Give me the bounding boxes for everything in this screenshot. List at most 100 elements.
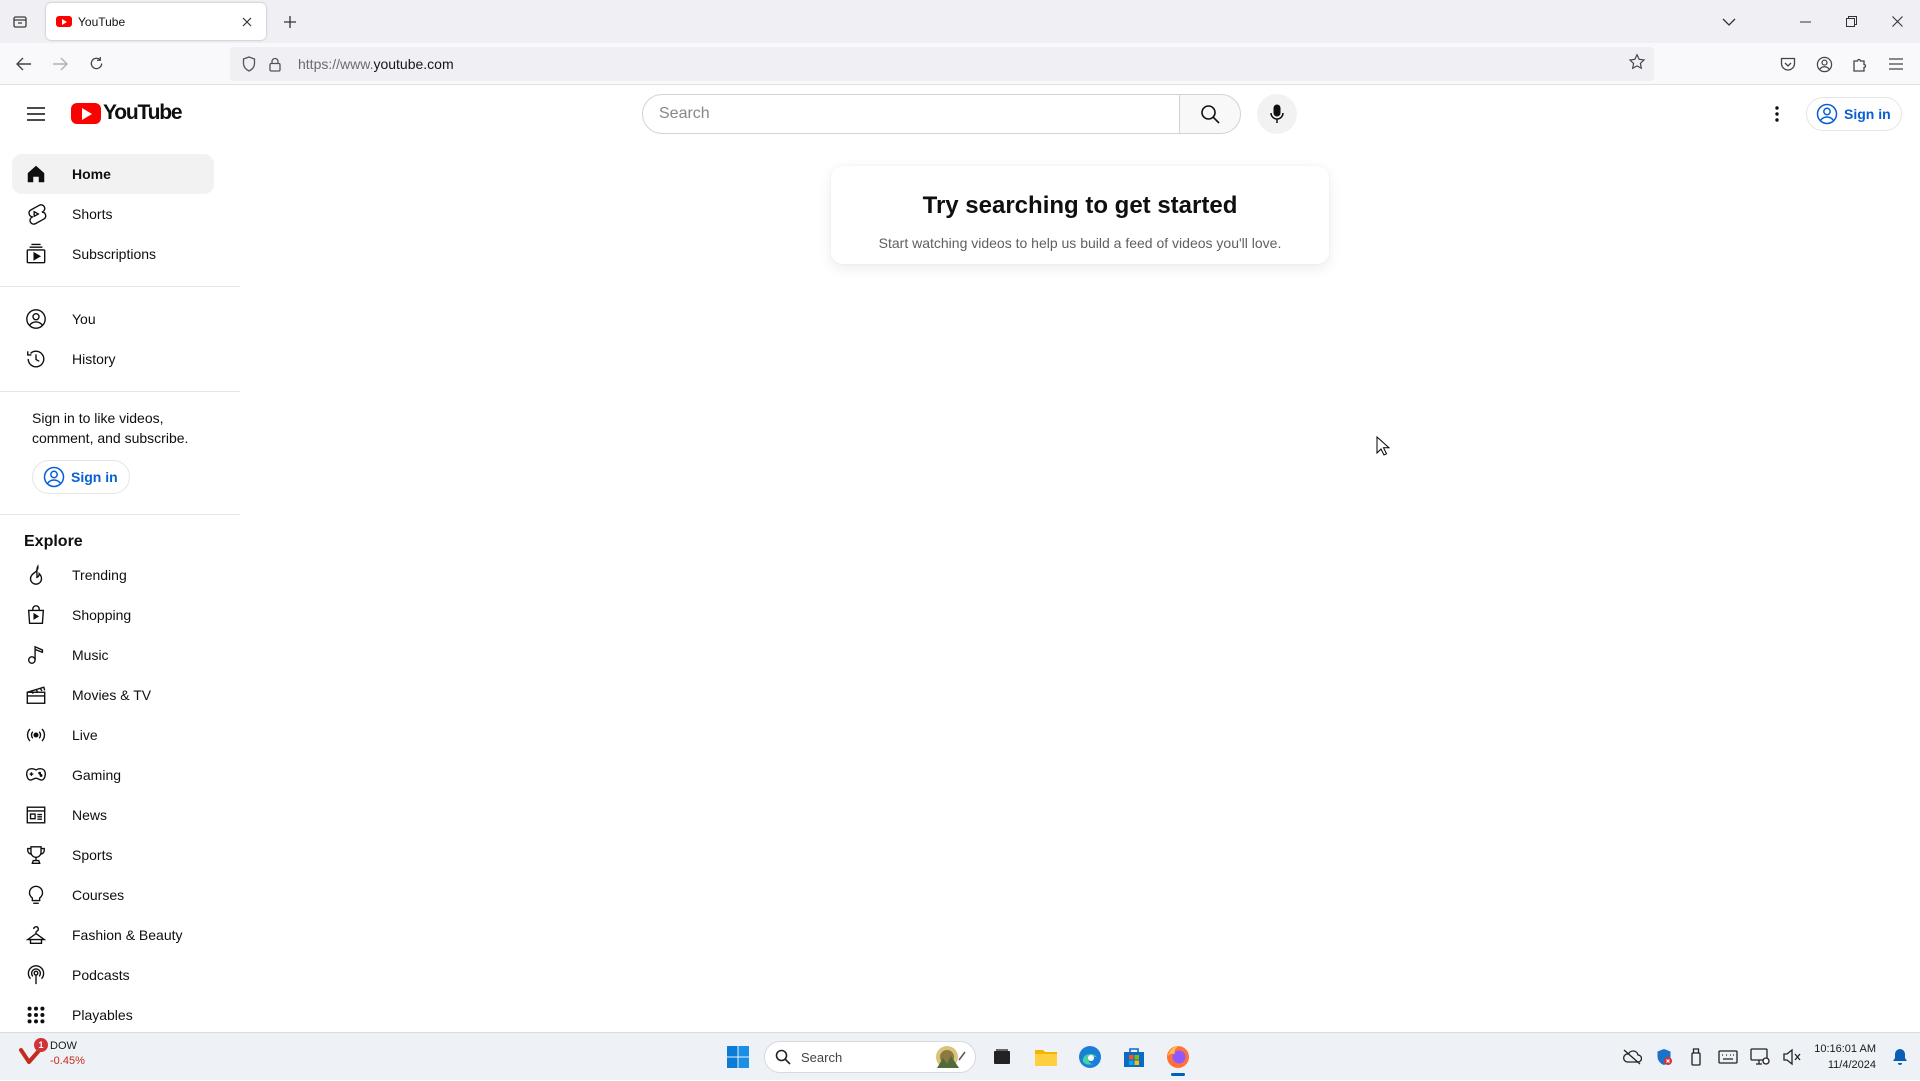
widget-value: -0.45% xyxy=(50,1055,85,1067)
notification-bell-icon[interactable] xyxy=(1886,1033,1914,1081)
sidebar-item-you[interactable]: You xyxy=(12,299,214,339)
voice-search-button[interactable] xyxy=(1257,94,1297,134)
close-tab-icon[interactable] xyxy=(238,13,256,31)
system-clock[interactable]: 10:16:01 AM 11/4/2024 xyxy=(1808,1041,1886,1073)
firefox-icon[interactable] xyxy=(1156,1037,1200,1077)
network-display-icon[interactable] xyxy=(1744,1033,1776,1081)
windows-taskbar: 1 DOW -0.45% Search 10:16:01 AM 11/4/202… xyxy=(0,1032,1920,1080)
sidebar-item-label: Live xyxy=(72,727,98,743)
sign-in-promo: Sign in to like videos, comment, and sub… xyxy=(0,404,240,502)
explore-section-title: Explore xyxy=(24,533,83,550)
search-highlight-illustration-icon xyxy=(929,1044,969,1070)
pocket-icon[interactable] xyxy=(1770,46,1806,82)
sidebar-item-label: Shorts xyxy=(72,206,113,222)
sidebar-item-gaming[interactable]: Gaming xyxy=(12,755,214,795)
empty-feed-title: Try searching to get started xyxy=(922,192,1238,219)
back-arrow-icon[interactable] xyxy=(6,46,42,82)
windows-start-icon[interactable] xyxy=(716,1037,760,1077)
guide-menu-icon[interactable] xyxy=(16,94,56,134)
tab-overflow-chevron-icon[interactable] xyxy=(1706,0,1752,43)
address-bar[interactable]: https://www.youtube.com xyxy=(230,47,1654,81)
sidebar-item-shopping[interactable]: Shopping xyxy=(12,595,214,635)
youtube-play-logo-icon xyxy=(71,102,101,124)
hanger-icon xyxy=(24,923,48,947)
tab-list-icon[interactable] xyxy=(0,0,40,43)
onedrive-offline-icon[interactable] xyxy=(1616,1033,1648,1081)
guide-sidebar: Home Shorts Subscriptions You History Si… xyxy=(0,142,240,1032)
restore-window-icon[interactable] xyxy=(1828,0,1874,43)
youtube-logo-text: YouTube xyxy=(103,101,183,124)
browser-navigation-bar: https://www.youtube.com xyxy=(0,43,1920,85)
gamepad-icon xyxy=(24,763,48,787)
file-explorer-icon[interactable] xyxy=(1024,1037,1068,1077)
sidebar-item-movies-tv[interactable]: Movies & TV xyxy=(12,675,214,715)
sidebar-divider xyxy=(0,286,240,287)
sidebar-divider xyxy=(0,514,240,515)
stock-widget[interactable]: 1 DOW -0.45% xyxy=(18,1038,85,1069)
settings-more-vertical-icon[interactable] xyxy=(1757,94,1797,134)
sidebar-item-label: You xyxy=(72,311,96,327)
sidebar-item-sports[interactable]: Sports xyxy=(12,835,214,875)
usb-device-icon[interactable] xyxy=(1680,1033,1712,1081)
task-view-icon[interactable] xyxy=(980,1037,1024,1077)
search-button[interactable] xyxy=(1179,94,1241,134)
sidebar-item-label: Home xyxy=(72,166,111,182)
microsoft-store-icon[interactable] xyxy=(1112,1037,1156,1077)
bookmark-star-icon[interactable] xyxy=(1628,53,1646,71)
sidebar-divider xyxy=(0,391,240,392)
podcast-icon xyxy=(24,963,48,987)
trending-icon xyxy=(24,563,48,587)
live-broadcast-icon xyxy=(24,723,48,747)
sidebar-item-playables[interactable]: Playables xyxy=(12,995,214,1032)
account-circle-icon xyxy=(43,466,65,488)
edge-browser-icon[interactable] xyxy=(1068,1037,1112,1077)
sidebar-item-live[interactable]: Live xyxy=(12,715,214,755)
sidebar-sign-in-button[interactable]: Sign in xyxy=(32,460,130,494)
account-icon[interactable] xyxy=(1806,46,1842,82)
minimize-window-icon[interactable] xyxy=(1782,0,1828,43)
taskbar-search-label: Search xyxy=(801,1049,843,1065)
volume-muted-icon[interactable] xyxy=(1776,1033,1808,1081)
clock-time: 10:16:01 AM xyxy=(1814,1043,1876,1055)
sidebar-item-news[interactable]: News xyxy=(12,795,214,835)
sidebar-item-podcasts[interactable]: Podcasts xyxy=(12,955,214,995)
keyboard-language-icon[interactable] xyxy=(1712,1033,1744,1081)
sidebar-item-fashion-beauty[interactable]: Fashion & Beauty xyxy=(12,915,214,955)
new-tab-plus-icon[interactable] xyxy=(270,3,310,40)
widget-badge: 1 xyxy=(34,1038,48,1052)
app-menu-icon[interactable] xyxy=(1878,46,1914,82)
microphone-icon xyxy=(1270,104,1284,123)
account-circle-icon xyxy=(1816,103,1838,125)
sidebar-item-trending[interactable]: Trending xyxy=(12,555,214,595)
history-icon xyxy=(24,347,48,371)
security-shield-alert-icon[interactable] xyxy=(1648,1033,1680,1081)
browser-tab-youtube[interactable]: YouTube xyxy=(46,3,266,40)
sidebar-item-history[interactable]: History xyxy=(12,339,214,379)
sidebar-item-label: Music xyxy=(72,647,109,663)
search-input[interactable] xyxy=(659,105,1179,123)
lock-icon[interactable] xyxy=(264,47,286,81)
sidebar-item-music[interactable]: Music xyxy=(12,635,214,675)
browser-tab-bar: YouTube xyxy=(0,0,1920,43)
grid-dots-icon xyxy=(24,1003,48,1027)
sidebar-item-courses[interactable]: Courses xyxy=(12,875,214,915)
extensions-puzzle-icon[interactable] xyxy=(1842,46,1878,82)
youtube-logo[interactable]: YouTube xyxy=(71,101,183,125)
sidebar-item-subscriptions[interactable]: Subscriptions xyxy=(12,234,214,274)
forward-arrow-icon[interactable] xyxy=(42,46,78,82)
home-icon xyxy=(24,162,48,186)
taskbar-search-box[interactable]: Search xyxy=(764,1041,976,1073)
tab-title: YouTube xyxy=(78,14,126,29)
lightbulb-icon xyxy=(24,883,48,907)
masthead-sign-in-label: Sign in xyxy=(1844,106,1891,122)
sidebar-item-label: Courses xyxy=(72,887,125,903)
reload-icon[interactable] xyxy=(78,46,114,82)
close-window-icon[interactable] xyxy=(1874,0,1920,43)
masthead-sign-in-button[interactable]: Sign in xyxy=(1806,97,1902,131)
sidebar-item-home[interactable]: Home xyxy=(12,154,214,194)
tracking-protection-shield-icon[interactable] xyxy=(238,47,260,81)
url-text[interactable]: https://www.youtube.com xyxy=(298,56,454,72)
sidebar-item-label: History xyxy=(72,351,116,367)
mouse-cursor-icon xyxy=(1376,436,1390,456)
sidebar-item-shorts[interactable]: Shorts xyxy=(12,194,214,234)
